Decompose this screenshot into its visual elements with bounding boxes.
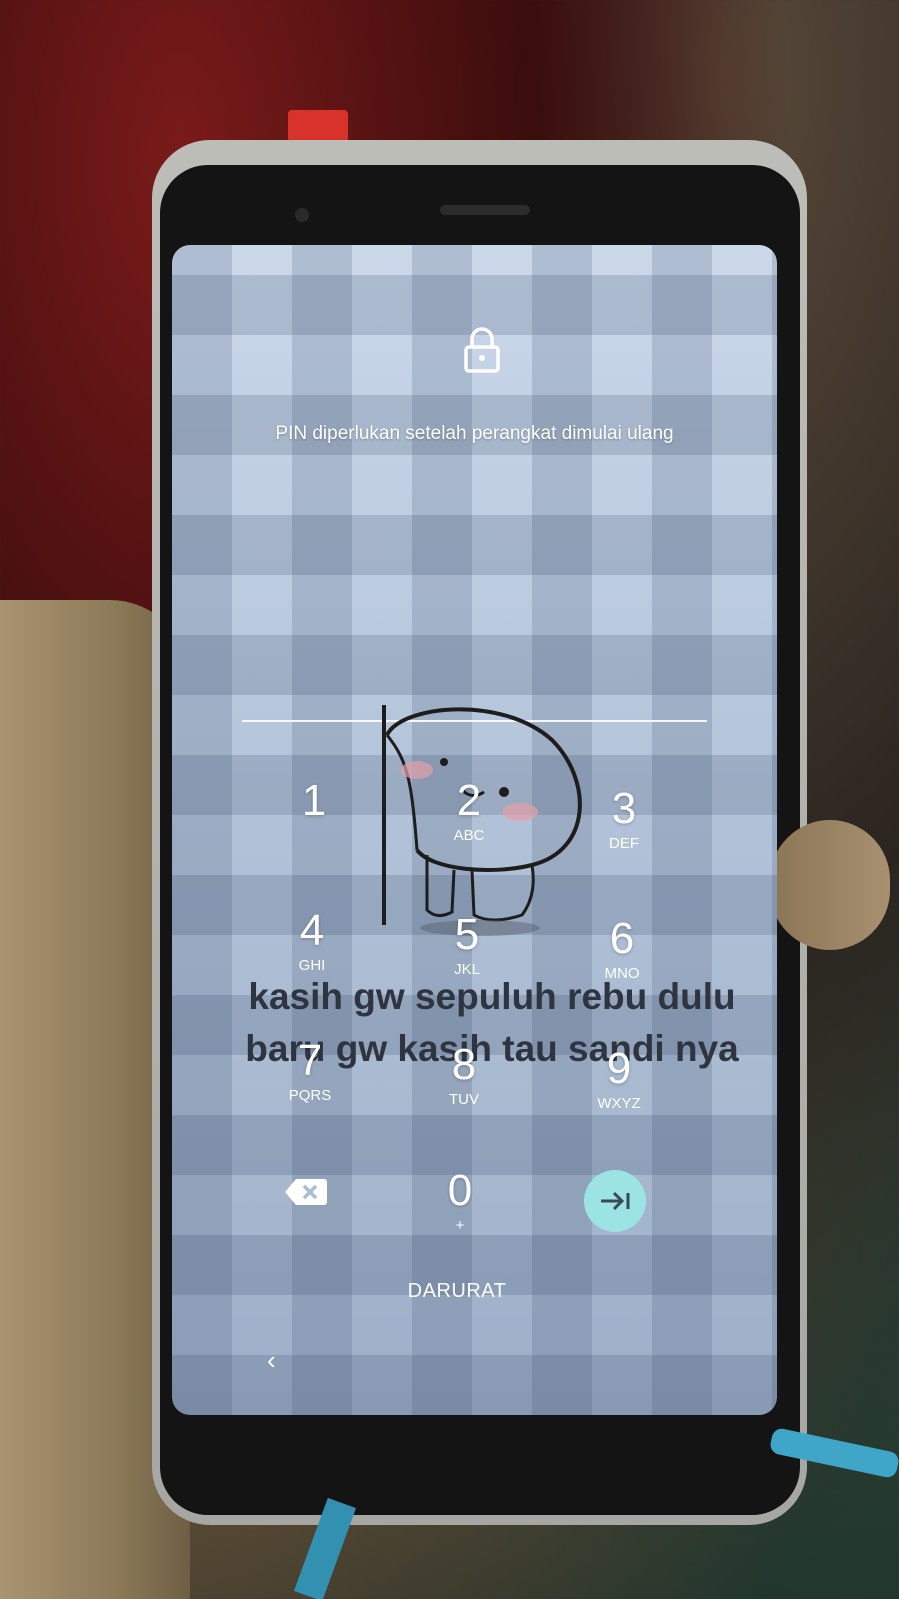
key-8[interactable]: 8 TUV [404,1039,524,1149]
key-3[interactable]: 3 DEF [564,783,684,893]
red-object [288,110,348,142]
earpiece-speaker [440,205,530,215]
back-arrow-icon[interactable]: ‹ [267,1345,276,1376]
enter-arrow-icon [601,1191,630,1211]
finger [770,820,890,950]
backspace-icon[interactable] [282,1175,330,1209]
lock-icon [464,327,500,373]
enter-button[interactable] [584,1170,646,1232]
key-9[interactable]: 9 WXYZ [559,1043,679,1153]
key-0[interactable]: 0 + [400,1165,520,1275]
key-1[interactable]: 1 [254,775,374,885]
lock-screen: PIN diperlukan setelah perangkat dimulai… [172,245,777,1415]
front-camera [295,208,309,222]
key-2[interactable]: 2 ABC [409,775,529,885]
key-7[interactable]: 7 PQRS [250,1035,370,1145]
wallpaper-caption-line-1: kasih gw sepuluh rebu dulu [248,976,736,1017]
emergency-call-button[interactable]: DARURAT [372,1280,542,1303]
pin-required-message: PIN diperlukan setelah perangkat dimulai… [275,423,674,444]
